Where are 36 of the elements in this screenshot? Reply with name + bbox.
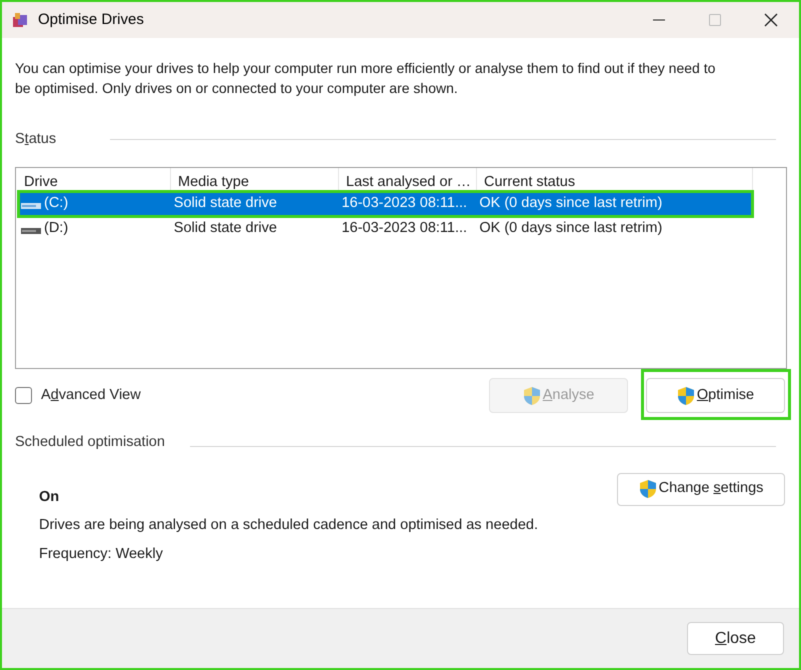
column-header[interactable]: Current status [477, 168, 753, 190]
status-heading: Status [15, 130, 56, 149]
window-title: Optimise Drives [38, 10, 144, 30]
column-header[interactable]: Drive [17, 168, 171, 190]
table-cell-text: OK (0 days since last retrim) [479, 194, 662, 213]
schedule-state: On [39, 488, 60, 506]
change-settings-button[interactable]: Change settings [617, 472, 785, 506]
scheduled-heading: Scheduled optimisation [15, 432, 165, 452]
drive-row[interactable]: (C:) Solid state drive 16-03-2023 08:11... OK (0 days since last retrim) [20, 192, 751, 215]
maximize-icon [709, 14, 721, 26]
close-icon [764, 13, 778, 27]
table-cell-text: Solid state drive [174, 218, 277, 238]
action-button[interactable]: Optimise [646, 378, 785, 414]
drives-list[interactable]: Drive Media type Last analysed or … Current status (C:) Solid state drive 16-03-2023 08:11... OK (0 days since last retrim) (D:) Solid state drive 16-03-2023 08:11... OK (0 days since last retrim) [15, 166, 787, 369]
column-header[interactable]: Last analysed or … [339, 168, 477, 190]
table-cell-text: Solid state drive [174, 194, 277, 213]
table-cell-text: (D:) [44, 218, 68, 238]
table-cell-text: (C:) [44, 194, 68, 213]
drive-icon [21, 202, 41, 209]
minimize-icon [653, 19, 665, 21]
advanced-view-checkbox[interactable] [15, 387, 32, 404]
drive-row[interactable]: (D:) Solid state drive 16-03-2023 08:11... OK (0 days since last retrim) [20, 218, 751, 240]
frequency-text: Frequency: Weekly [39, 544, 164, 564]
column-header[interactable]: Media type [171, 168, 339, 190]
shield-icon [522, 386, 541, 406]
table-cell-text: 16-03-2023 08:11... [342, 194, 468, 213]
table-cell-text: 16-03-2023 08:11... [342, 218, 468, 238]
description-text: You can optimise your drives to help your computer run more efficiently or analyse them to find out if they need to be optimised. Only drives on or connected to your computer are shown. [15, 59, 716, 98]
shield-icon [676, 386, 695, 406]
app-icon [12, 12, 28, 28]
shield-icon [638, 479, 657, 499]
schedule-description: Drives are being analysed on a scheduled cadence and optimised as needed. [39, 516, 538, 534]
table-cell-text: OK (0 days since last retrim) [479, 218, 662, 238]
advanced-view-label[interactable]: Advanced View [41, 384, 141, 407]
close-button[interactable]: Close [687, 622, 784, 655]
drive-icon [21, 228, 41, 234]
